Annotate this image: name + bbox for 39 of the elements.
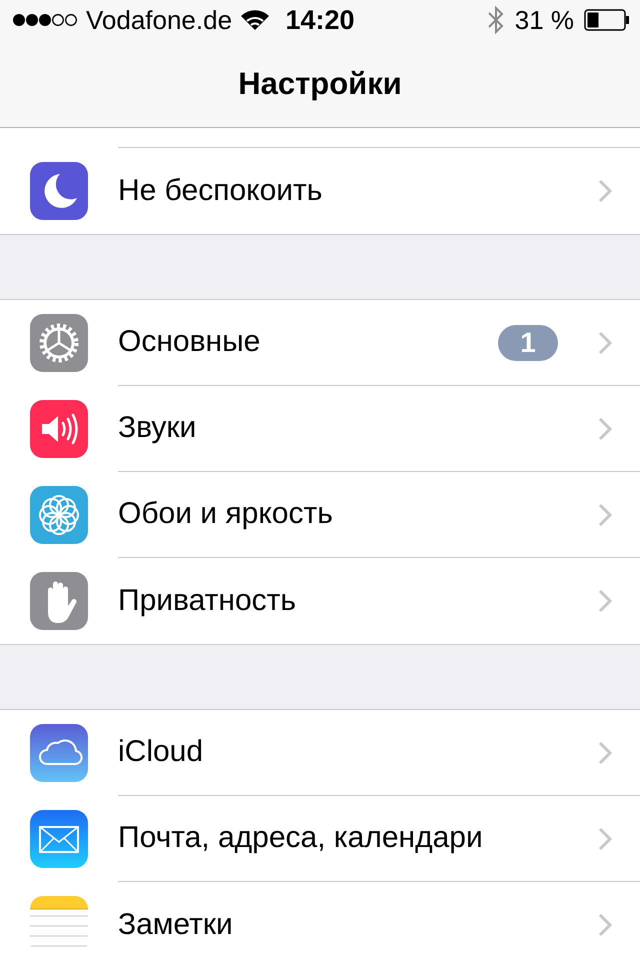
hand-icon [30, 572, 88, 630]
moon-icon [30, 162, 88, 220]
row-label: Основные [118, 325, 262, 360]
battery-percentage: 31 % [514, 4, 574, 36]
speaker-icon [30, 400, 88, 458]
settings-row[interactable]: Почта, адреса, календари [118, 796, 640, 882]
row-label: Не беспокоить [118, 174, 324, 208]
chevron-icon [598, 826, 612, 850]
flower-icon [30, 486, 88, 544]
settings-row[interactable]: Основные 1 [118, 300, 640, 386]
envelope-icon [30, 810, 88, 868]
chevron-icon [598, 179, 612, 203]
row-label: Приватность [118, 584, 297, 618]
cloud-icon [30, 724, 88, 782]
settings-row[interactable]: Обои и яркость [118, 472, 640, 558]
settings-row[interactable]: Звуки [118, 386, 640, 472]
chevron-icon [598, 416, 612, 440]
row-label: iCloud [118, 735, 204, 770]
row-label: Звуки [118, 411, 198, 446]
row-label: Почта, адреса, календари [118, 821, 484, 856]
settings-row[interactable]: Заметки [118, 882, 640, 960]
chevron-icon [598, 913, 612, 937]
chevron-icon [598, 330, 612, 354]
settings-row[interactable]: Приватность [118, 558, 640, 644]
row-label: Заметки [118, 908, 234, 942]
clock-time: 14:20 [284, 5, 356, 36]
chevron-icon [598, 502, 612, 526]
row-label: Обои и яркость [118, 497, 334, 532]
bluetooth-icon [486, 5, 505, 35]
battery-icon [584, 9, 630, 31]
settings-icon [30, 314, 88, 372]
count-badge: 1 [498, 324, 558, 360]
carrier-name: Vodafone.de [86, 4, 232, 36]
chevron-icon [598, 589, 612, 613]
wifi-icon [240, 9, 270, 31]
chevron-icon [598, 740, 612, 764]
signal-icon [12, 13, 78, 27]
screen-title: Настройки [238, 66, 402, 102]
settings-row[interactable]: iCloud [118, 710, 640, 796]
